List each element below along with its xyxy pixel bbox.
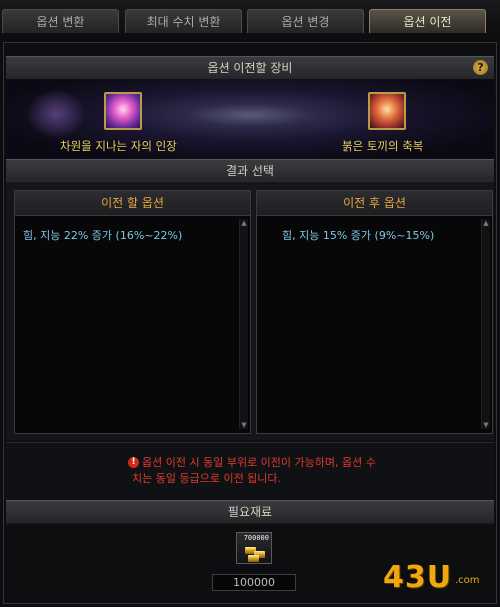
after-option-line[interactable]: 힘, 지능 15% 증가 (9%~15%): [282, 227, 434, 243]
before-option-scrollbar[interactable]: ▲ ▼: [239, 219, 248, 429]
equip-section-header: 옵션 이전할 장비 ?: [6, 56, 494, 80]
scroll-down-icon[interactable]: ▼: [482, 421, 490, 429]
source-item-slot[interactable]: [104, 92, 142, 130]
warning-line-2: 치는 동일 등급으로 이전 됩니다.: [132, 472, 282, 485]
materials-section-header: 필요재료: [6, 500, 494, 524]
warning-line-1: 옵션 이전 시 동일 부위로 이전이 가능하며, 옵션 수: [142, 456, 376, 469]
target-item-slot[interactable]: [368, 92, 406, 130]
after-option-scrollbar[interactable]: ▲ ▼: [481, 219, 490, 429]
material-item-slot[interactable]: 700000: [236, 532, 272, 564]
help-icon[interactable]: ?: [473, 60, 488, 75]
before-option-line[interactable]: 힘, 지능 22% 증가 (16%~22%): [23, 227, 182, 243]
site-watermark-suffix: .com: [455, 575, 480, 586]
tab-bar: 옵션 변환 최대 수치 변환 옵션 변경 옵션 이전: [0, 0, 500, 34]
result-section-title: 결과 선택: [226, 164, 274, 178]
scroll-up-icon[interactable]: ▲: [482, 219, 490, 227]
result-section-header: 결과 선택: [6, 159, 494, 183]
scroll-up-icon[interactable]: ▲: [240, 219, 248, 227]
gold-icon: [248, 555, 259, 562]
scroll-down-icon[interactable]: ▼: [240, 421, 248, 429]
before-option-panel: 이전 할 옵션 힘, 지능 22% 증가 (16%~22%) ▲ ▼: [14, 190, 251, 434]
tab-option-change[interactable]: 옵션 변경: [247, 9, 364, 33]
before-option-title: 이전 할 옵션: [15, 191, 250, 216]
material-item-count: 700000: [243, 534, 269, 542]
site-watermark-logo: 43U: [383, 560, 453, 595]
spark-decoration: [26, 89, 86, 139]
tab-option-transfer[interactable]: 옵션 이전: [369, 9, 486, 33]
equip-section-title: 옵션 이전할 장비: [207, 61, 293, 75]
tab-option-convert[interactable]: 옵션 변환: [2, 9, 119, 33]
target-item-name: 붉은 토끼의 축복: [342, 139, 424, 153]
after-option-panel: 이전 후 옵션 힘, 지능 15% 증가 (9%~15%) ▲ ▼: [256, 190, 493, 434]
warning-icon: !: [128, 457, 139, 468]
material-value-field: 100000: [212, 574, 296, 591]
source-item-name: 차원을 지나는 자의 인장: [60, 139, 177, 153]
after-option-title: 이전 후 옵션: [257, 191, 492, 216]
warning-text: 옵션 이전 시 동일 부위로 이전이 가능하며, 옵션 수 치는 동일 등급으로…: [132, 455, 442, 487]
tab-max-value-convert[interactable]: 최대 수치 변환: [125, 9, 242, 33]
materials-section-title: 필요재료: [227, 505, 273, 519]
